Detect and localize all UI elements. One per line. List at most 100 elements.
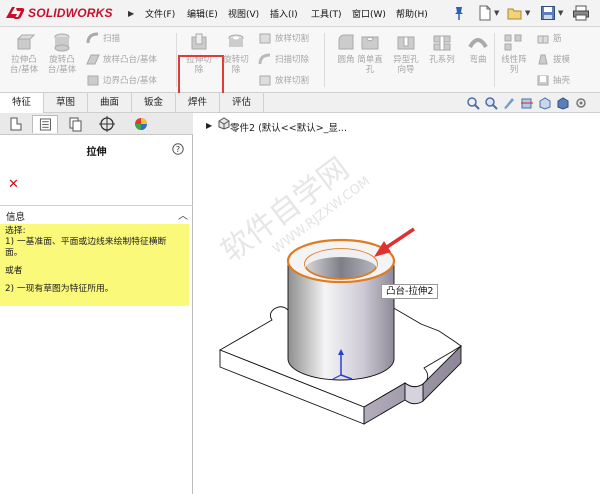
logo-expand-icon[interactable]: ▶ [128,9,134,18]
info-section-label: 信息 [6,212,26,223]
tab-features[interactable]: 特征 [0,93,44,113]
sweep-label: 扫描 [103,34,121,44]
shell-icon [537,75,549,85]
cancel-icon[interactable]: ✕ [8,177,19,192]
new-document-icon[interactable] [478,4,492,22]
simple-hole-label-2: 孔 [365,65,375,75]
menu-edit[interactable]: 编辑(E) [187,7,218,20]
rib-button[interactable]: 筋 [536,31,562,45]
command-manager-ribbon: 拉伸凸 台/基体 旋转凸 台/基体 扫描 放样凸台/基体 边界凸台/基体 拉伸切… [0,27,600,109]
hole-wizard-button[interactable]: 异型孔 向导 [388,31,424,89]
flex-icon [468,38,488,49]
hole-wizard-icon [397,36,415,50]
shell-label: 抽壳 [553,76,571,86]
solidworks-logo[interactable]: SOLIDWORKS [4,4,113,22]
simple-hole-icon [361,36,379,50]
boundary-boss-label: 边界凸台/基体 [103,76,157,86]
section-view-icon[interactable] [520,96,534,110]
ribbon-separator [176,33,177,87]
info-line: 面。 [5,248,23,258]
new-dropdown-icon[interactable]: ▼ [494,9,499,17]
hole-series-button[interactable]: 孔系列 [424,31,460,89]
ribbon-separator [324,33,325,87]
linear-pattern-icon [504,34,522,51]
linear-pattern-label-1: 线性阵 [501,55,527,65]
linear-pattern-label-2: 列 [509,65,519,75]
ds-logo-icon [6,7,25,19]
shell-button[interactable]: 抽壳 [536,73,570,87]
tab-sheet-metal[interactable]: 钣金 [132,93,176,113]
tab-weldments[interactable]: 焊件 [176,93,220,113]
boundary-boss-button[interactable]: 边界凸台/基体 [86,73,157,87]
save-icon[interactable] [540,4,556,22]
info-message-box: 选择: 1) 一基准面、平面或边线来绘制特征横断 面。 或者 2) 一现有草图为… [0,224,189,306]
linear-pattern-button[interactable]: 线性阵 列 [496,31,532,89]
open-folder-icon[interactable] [507,4,523,22]
svg-text:?: ? [176,145,180,154]
chevron-up-icon[interactable]: ︿ [178,207,188,222]
loft-cut-button[interactable]: 放样切割 [258,31,309,45]
zoom-to-fit-icon[interactable] [466,96,480,110]
flex-label: 弯曲 [469,55,487,65]
zoom-area-icon[interactable] [484,96,498,110]
boundary-boss-icon [87,75,99,85]
menu-file[interactable]: 文件(F) [145,7,175,20]
revolved-boss-button[interactable]: 旋转凸 台/基体 [44,31,80,89]
tab-surfaces[interactable]: 曲面 [88,93,132,113]
menu-insert[interactable]: 插入(I) [270,7,298,20]
info-line: 或者 [5,266,23,276]
extruded-cut-icon [191,33,207,50]
hole-series-icon [433,35,451,51]
ribbon-separator [494,33,495,87]
display-manager-tab-icon[interactable] [128,115,154,133]
save-dropdown-icon[interactable]: ▼ [558,9,563,17]
swept-cut-button[interactable]: 扫描切除 [258,52,309,66]
extruded-boss-label-2: 台/基体 [9,65,39,75]
configuration-manager-tab-icon[interactable] [62,115,88,133]
pin-icon[interactable] [452,5,466,21]
extruded-boss-button[interactable]: 拉伸凸 台/基体 [6,31,42,89]
revolved-cut-button[interactable]: 旋转切 除 [218,31,254,89]
3d-model[interactable] [194,113,600,494]
previous-view-icon[interactable] [502,96,516,110]
rib-label: 筋 [553,34,562,44]
menu-view[interactable]: 视图(V) [228,7,259,20]
swept-cut-icon [258,53,271,64]
feature-manager-tab-icon[interactable] [2,115,28,133]
sweep-icon [86,32,99,43]
property-manager-panel: 拉伸 ? ✕ 信息 ︿ 选择: 1) 一基准面、平面或边线来绘制特征横断 面。 … [0,113,193,494]
revolved-boss-label-1: 旋转凸 [49,55,75,65]
tab-sketch[interactable]: 草图 [44,93,88,113]
help-icon[interactable]: ? [172,143,184,155]
menu-window[interactable]: 窗口(W) [352,7,386,20]
panel-tabs [0,113,193,135]
hide-show-icon[interactable] [574,96,588,110]
dimxpert-manager-tab-icon[interactable] [94,115,120,133]
loft-boss-label: 放样凸台/基体 [103,55,157,65]
solidworks-window: SOLIDWORKS ▶ 文件(F) 编辑(E) 视图(V) 插入(I) 工具(… [0,0,600,494]
revolved-cut-icon [228,34,244,47]
menu-help[interactable]: 帮助(H) [396,7,428,20]
draft-button[interactable]: 拔模 [536,52,570,66]
simple-hole-button[interactable]: 简单直 孔 [352,31,388,89]
draft-label: 拔模 [553,55,571,65]
property-manager-tab-icon[interactable] [32,115,58,133]
menu-tools[interactable]: 工具(T) [311,7,342,20]
sweep-button[interactable]: 扫描 [86,31,120,45]
simple-hole-label-1: 简单直 [357,55,383,65]
menu-bar: SOLIDWORKS ▶ 文件(F) 编辑(E) 视图(V) 插入(I) 工具(… [0,0,600,27]
extruded-boss-icon [16,34,35,50]
tab-evaluate[interactable]: 评估 [220,93,264,113]
print-icon[interactable] [572,4,590,22]
open-dropdown-icon[interactable]: ▼ [525,9,530,17]
hole-wizard-label-1: 异型孔 [393,55,419,65]
loft-boss-button[interactable]: 放样凸台/基体 [86,52,157,66]
info-section-header[interactable]: 信息 ︿ [0,205,193,223]
solidworks-logo-text: SOLIDWORKS [28,6,113,20]
loft-cut-label: 放样切割 [275,34,310,44]
display-style-icon[interactable] [556,96,570,110]
hole-wizard-label-2: 向导 [397,65,415,75]
view-orientation-icon[interactable] [538,96,552,110]
flex-button[interactable]: 弯曲 [460,31,496,89]
boundary-cut-button[interactable]: 放样切割 [258,73,309,87]
